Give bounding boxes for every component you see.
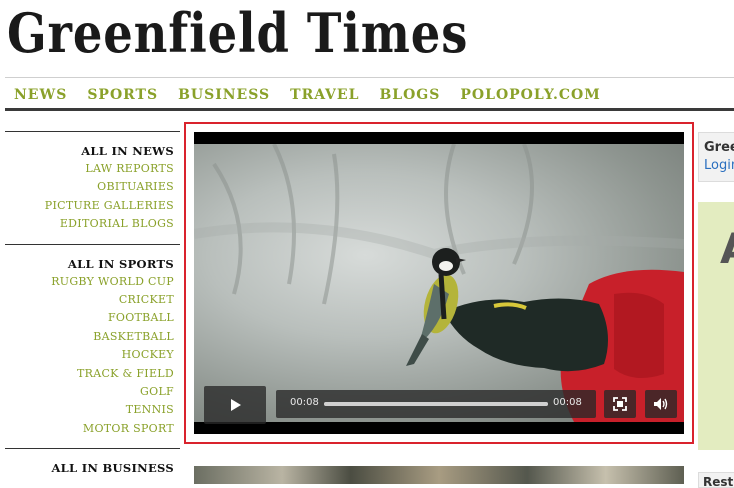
volume-icon [654, 398, 668, 410]
progress-bar-container: 00:08 00:08 [276, 390, 596, 418]
account-box: Gree Login [698, 132, 734, 182]
video-frame-bird-image [194, 143, 684, 422]
sidebar-link-editorial-blogs[interactable]: EDITORIAL BLOGS [5, 215, 174, 233]
bird-on-glove-image [194, 143, 684, 422]
nav-business[interactable]: BUSINESS [178, 87, 270, 103]
login-link[interactable]: Login [704, 158, 734, 173]
section-sidebar: ALL IN NEWS LAW REPORTS OBITUARIES PICTU… [5, 131, 180, 483]
sidebar-link-tennis[interactable]: TENNIS [5, 401, 174, 419]
nav-polopoly[interactable]: POLOPOLY.COM [460, 87, 600, 103]
sidebar-link-rugby-world-cup[interactable]: RUGBY WORLD CUP [5, 273, 174, 291]
nav-divider [5, 108, 734, 111]
sidebar-link-football[interactable]: FOOTBALL [5, 309, 174, 327]
volume-button[interactable] [645, 390, 677, 418]
seek-bar-fill [324, 402, 548, 406]
sidebar-section-news: ALL IN NEWS LAW REPORTS OBITUARIES PICTU… [5, 131, 180, 240]
account-box-title: Gree [704, 140, 734, 155]
play-button[interactable] [204, 386, 266, 424]
site-logo[interactable]: Greenfield Times [7, 2, 468, 64]
sidebar-link-golf[interactable]: GOLF [5, 383, 174, 401]
article-thumbnail-image[interactable] [194, 466, 684, 484]
nav-sports[interactable]: SPORTS [87, 87, 158, 103]
right-bottom-box: Rest [698, 472, 734, 488]
fullscreen-button[interactable] [604, 390, 636, 418]
sidebar-link-hockey[interactable]: HOCKEY [5, 346, 174, 364]
masthead: Greenfield Times [5, 0, 734, 76]
play-icon [231, 399, 241, 411]
top-navigation: NEWS SPORTS BUSINESS TRAVEL BLOGS POLOPO… [5, 82, 734, 108]
video-controls: 00:08 00:08 [204, 386, 680, 426]
duration: 00:08 [553, 397, 582, 408]
sidebar-link-cricket[interactable]: CRICKET [5, 291, 174, 309]
sidebar-link-motor-sport[interactable]: MOTOR SPORT [5, 420, 174, 438]
advertisement[interactable]: A [698, 202, 734, 450]
sidebar-link-law-reports[interactable]: LAW REPORTS [5, 160, 174, 178]
video-player[interactable]: 00:08 00:08 [194, 132, 684, 434]
ad-text: A [720, 224, 734, 273]
nav-news[interactable]: NEWS [14, 87, 67, 103]
sidebar-link-track-field[interactable]: TRACK & FIELD [5, 365, 174, 383]
sidebar-link-obituaries[interactable]: OBITUARIES [5, 178, 174, 196]
current-time: 00:08 [290, 397, 319, 408]
sidebar-heading-news[interactable]: ALL IN NEWS [5, 142, 174, 160]
sidebar-section-business: ALL IN BUSINESS [5, 448, 180, 483]
sidebar-link-picture-galleries[interactable]: PICTURE GALLERIES [5, 197, 174, 215]
right-bottom-title: Rest [703, 475, 734, 488]
sidebar-heading-sports[interactable]: ALL IN SPORTS [5, 255, 174, 273]
seek-bar[interactable] [324, 402, 548, 406]
sidebar-section-sports: ALL IN SPORTS RUGBY WORLD CUP CRICKET FO… [5, 243, 180, 445]
sidebar-link-basketball[interactable]: BASKETBALL [5, 328, 174, 346]
video-player-frame: 00:08 00:08 [184, 122, 694, 444]
sidebar-heading-business[interactable]: ALL IN BUSINESS [5, 459, 174, 477]
nav-travel[interactable]: TRAVEL [290, 87, 359, 103]
masthead-divider [5, 77, 734, 78]
fullscreen-icon [613, 397, 627, 411]
nav-blogs[interactable]: BLOGS [379, 87, 440, 103]
